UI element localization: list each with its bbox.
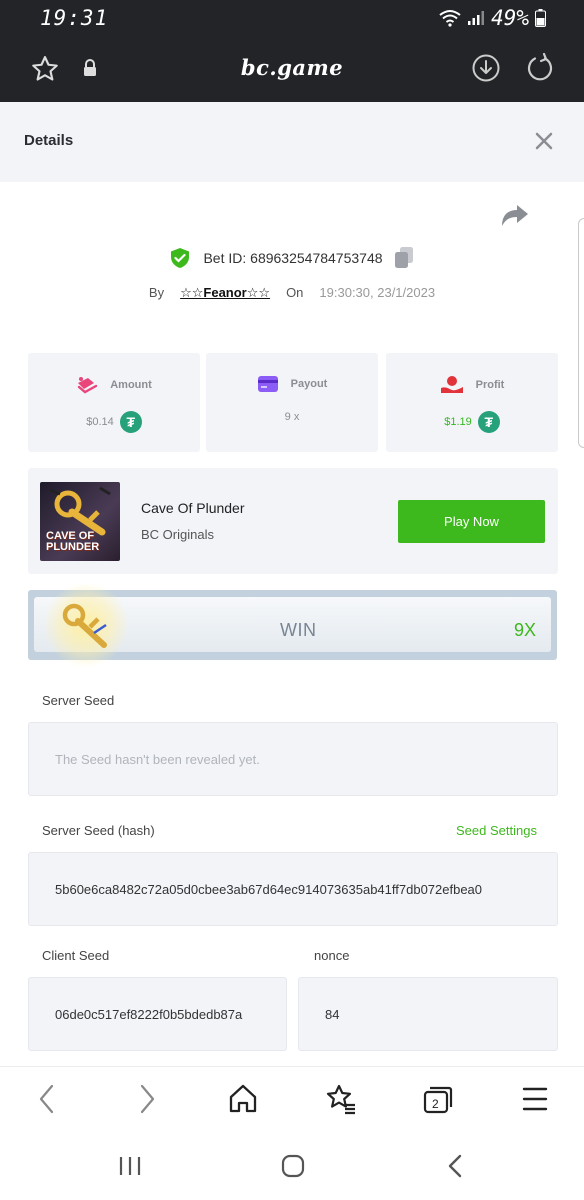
- amount-card: Amount $0.14 ₮: [28, 353, 200, 452]
- result-banner: WIN 9X: [28, 583, 557, 667]
- on-label: On: [286, 285, 304, 300]
- nonce-label: nonce: [314, 948, 350, 963]
- amount-icon: [78, 377, 98, 394]
- client-seed-label: Client Seed: [42, 948, 110, 963]
- tabs-icon[interactable]: 2: [422, 1083, 454, 1115]
- client-seed-field[interactable]: 06de0c517ef8222f0b5bdedb87a: [28, 977, 287, 1051]
- server-seed-field[interactable]: The Seed hasn't been revealed yet.: [28, 722, 558, 796]
- game-name: Cave Of Plunder: [141, 500, 245, 516]
- system-nav-bar: [0, 1132, 584, 1200]
- server-hash-field[interactable]: 5b60e6ca8482c72a05d0cbee3ab67d64ec914073…: [28, 852, 558, 926]
- server-hash-label: Server Seed (hash): [42, 823, 155, 838]
- payout-label: Payout: [290, 378, 328, 390]
- profit-icon: [440, 376, 463, 393]
- profit-label: Profit: [475, 379, 505, 391]
- username-link[interactable]: ☆☆Feanor☆☆: [180, 285, 270, 301]
- result-inner: WIN 9X: [34, 583, 551, 667]
- amount-label: Amount: [110, 379, 152, 391]
- game-thumbnail[interactable]: CAVE OF PLUNDER: [40, 482, 120, 561]
- game-thumb-text: CAVE OF PLUNDER: [46, 530, 100, 553]
- battery-percent: 49%: [491, 6, 529, 30]
- svg-text:2: 2: [432, 1097, 439, 1111]
- browser-address-row: bc.game: [0, 46, 584, 96]
- system-back-icon[interactable]: [444, 1154, 468, 1178]
- profit-value: $1.19: [444, 416, 472, 428]
- battery-icon: [535, 9, 546, 27]
- play-now-button[interactable]: Play Now: [398, 500, 545, 543]
- recents-icon[interactable]: [118, 1154, 142, 1178]
- payout-icon: [257, 376, 278, 392]
- tether-icon: ₮: [477, 411, 500, 433]
- by-row: By ☆☆Feanor☆☆ On 19:30:30, 23/1/2023: [0, 285, 584, 301]
- seed-settings-link[interactable]: Seed Settings: [456, 823, 537, 838]
- browser-bottom-nav: 2: [0, 1066, 584, 1132]
- system-home-icon[interactable]: [281, 1154, 305, 1178]
- back-icon[interactable]: [36, 1083, 58, 1115]
- bet-timestamp: 19:30:30, 23/1/2023: [319, 285, 436, 300]
- share-icon[interactable]: [500, 204, 530, 230]
- payout-value: 9 x: [284, 411, 300, 423]
- browser-top-bar: 19:31 49% bc.game: [0, 0, 584, 102]
- ankh-icon: [62, 603, 107, 648]
- game-provider: BC Originals: [141, 527, 214, 542]
- wifi-icon: [439, 10, 461, 27]
- signal-icon: [468, 11, 485, 25]
- amount-value: $0.14: [86, 416, 114, 428]
- details-title: Details: [24, 132, 74, 149]
- close-icon[interactable]: [533, 130, 555, 152]
- bet-id-text: Bet ID: 68963254784753748: [203, 250, 383, 266]
- details-header: Details: [0, 102, 584, 182]
- tether-icon: ₮: [119, 411, 142, 433]
- server-seed-label: Server Seed: [42, 693, 115, 708]
- copy-icon[interactable]: [393, 246, 415, 270]
- bet-id-row: Bet ID: 68963254784753748: [0, 246, 584, 270]
- result-label: WIN: [280, 620, 317, 640]
- game-card: CAVE OF PLUNDER Cave Of Plunder BC Origi…: [28, 468, 558, 574]
- shield-check-icon: [171, 248, 190, 268]
- payout-card: Payout 9 x: [206, 353, 378, 452]
- menu-icon[interactable]: [522, 1083, 548, 1115]
- status-time: 19:31: [40, 6, 109, 30]
- download-icon[interactable]: [470, 52, 502, 84]
- bookmarks-icon[interactable]: [325, 1083, 357, 1115]
- nonce-field[interactable]: 84: [298, 977, 558, 1051]
- status-indicators: 49%: [439, 6, 546, 30]
- by-label: By: [148, 285, 165, 300]
- forward-icon[interactable]: [136, 1083, 158, 1115]
- result-multiplier: 9X: [514, 620, 537, 640]
- profit-card: Profit $1.19 ₮: [386, 353, 558, 452]
- home-icon[interactable]: [228, 1083, 258, 1115]
- reload-icon[interactable]: [524, 52, 556, 84]
